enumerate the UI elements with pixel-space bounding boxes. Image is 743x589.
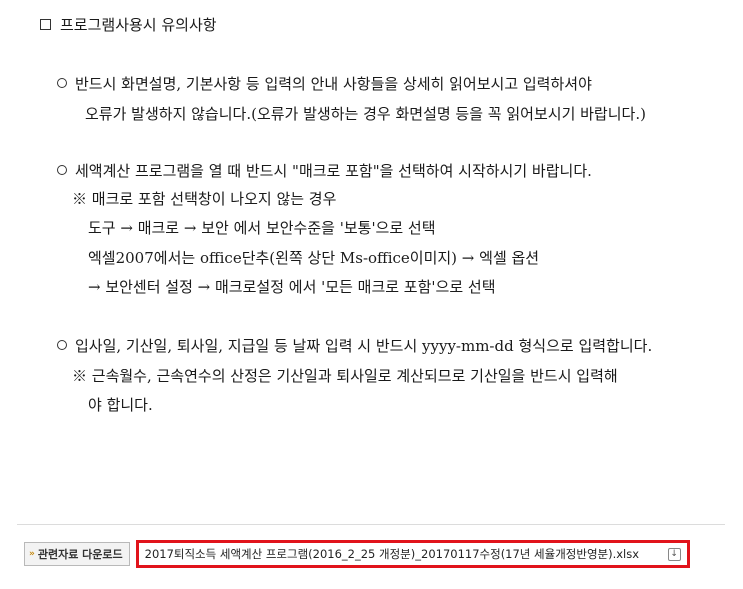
notice-item-2-note: ※ 매크로 포함 선택창이 나오지 않는 경우 — [72, 190, 336, 208]
page-title: 프로그램사용시 유의사항 — [60, 16, 217, 34]
download-icon[interactable]: ↓ — [667, 547, 681, 561]
notice-item-1-line-2: 오류가 발생하지 않습니다.(오류가 발생하는 경우 화면설명 등을 꼭 읽어보… — [85, 105, 646, 123]
circle-bullet-icon — [57, 78, 67, 88]
circle-bullet-icon — [57, 340, 67, 350]
notice-text: 도구 → 매크로 → 보안 에서 보안수준을 '보통'으로 선택 — [88, 219, 436, 237]
notice-text: ※ 매크로 포함 선택창이 나오지 않는 경우 — [72, 190, 337, 208]
notice-text: ※ 근속월수, 근속연수의 산정은 기산일과 퇴사일로 계산되므로 기산일을 반… — [72, 367, 618, 385]
notice-text: 엑셀2007에서는 office단추(왼쪽 상단 Ms-office이미지) →… — [88, 249, 540, 267]
notice-item-3-note-cont: 야 합니다. — [88, 396, 153, 414]
checkbox-icon — [40, 19, 51, 30]
notice-text: 반드시 화면설명, 기본사항 등 입력의 안내 사항들을 상세히 읽어보시고 입… — [75, 75, 592, 93]
notice-text: 야 합니다. — [88, 396, 153, 414]
notice-item-2-step-3: → 보안센터 설정 → 매크로설정 에서 '모든 매크로 포함'으로 선택 — [88, 278, 496, 296]
attachment-file-name[interactable]: 2017퇴직소득 세액계산 프로그램(2016_2_25 개정분)_201701… — [145, 546, 666, 562]
notice-item-3-note: ※ 근속월수, 근속연수의 산정은 기산일과 퇴사일로 계산되므로 기산일을 반… — [72, 367, 618, 385]
notice-item-1-line-1: 반드시 화면설명, 기본사항 등 입력의 안내 사항들을 상세히 읽어보시고 입… — [57, 75, 592, 93]
notice-item-2-step-1: 도구 → 매크로 → 보안 에서 보안수준을 '보통'으로 선택 — [88, 219, 436, 237]
arrow-right-icon: » — [29, 549, 35, 559]
divider — [17, 524, 725, 525]
download-bar: » 관련자료 다운로드 2017퇴직소득 세액계산 프로그램(2016_2_25… — [18, 537, 724, 571]
download-label-text: 관련자료 다운로드 — [37, 548, 123, 561]
related-download-label: » 관련자료 다운로드 — [24, 542, 130, 566]
attachment-link[interactable]: 2017퇴직소득 세액계산 프로그램(2016_2_25 개정분)_201701… — [135, 540, 690, 568]
notice-text: 입사일, 기산일, 퇴사일, 지급일 등 날짜 입력 시 반드시 yyyy-mm… — [75, 337, 653, 355]
notice-text: 오류가 발생하지 않습니다.(오류가 발생하는 경우 화면설명 등을 꼭 읽어보… — [85, 105, 646, 123]
notice-text: → 보안센터 설정 → 매크로설정 에서 '모든 매크로 포함'으로 선택 — [88, 278, 496, 296]
notice-item-2-line-1: 세액계산 프로그램을 열 때 반드시 "매크로 포함"을 선택하여 시작하시기 … — [57, 162, 592, 180]
notice-text: 세액계산 프로그램을 열 때 반드시 "매크로 포함"을 선택하여 시작하시기 … — [75, 162, 592, 180]
notice-item-2-step-2: 엑셀2007에서는 office단추(왼쪽 상단 Ms-office이미지) →… — [88, 249, 539, 267]
notice-item-3-line-1: 입사일, 기산일, 퇴사일, 지급일 등 날짜 입력 시 반드시 yyyy-mm… — [57, 337, 652, 355]
notice-heading: 프로그램사용시 유의사항 — [40, 14, 217, 35]
circle-bullet-icon — [57, 165, 67, 175]
